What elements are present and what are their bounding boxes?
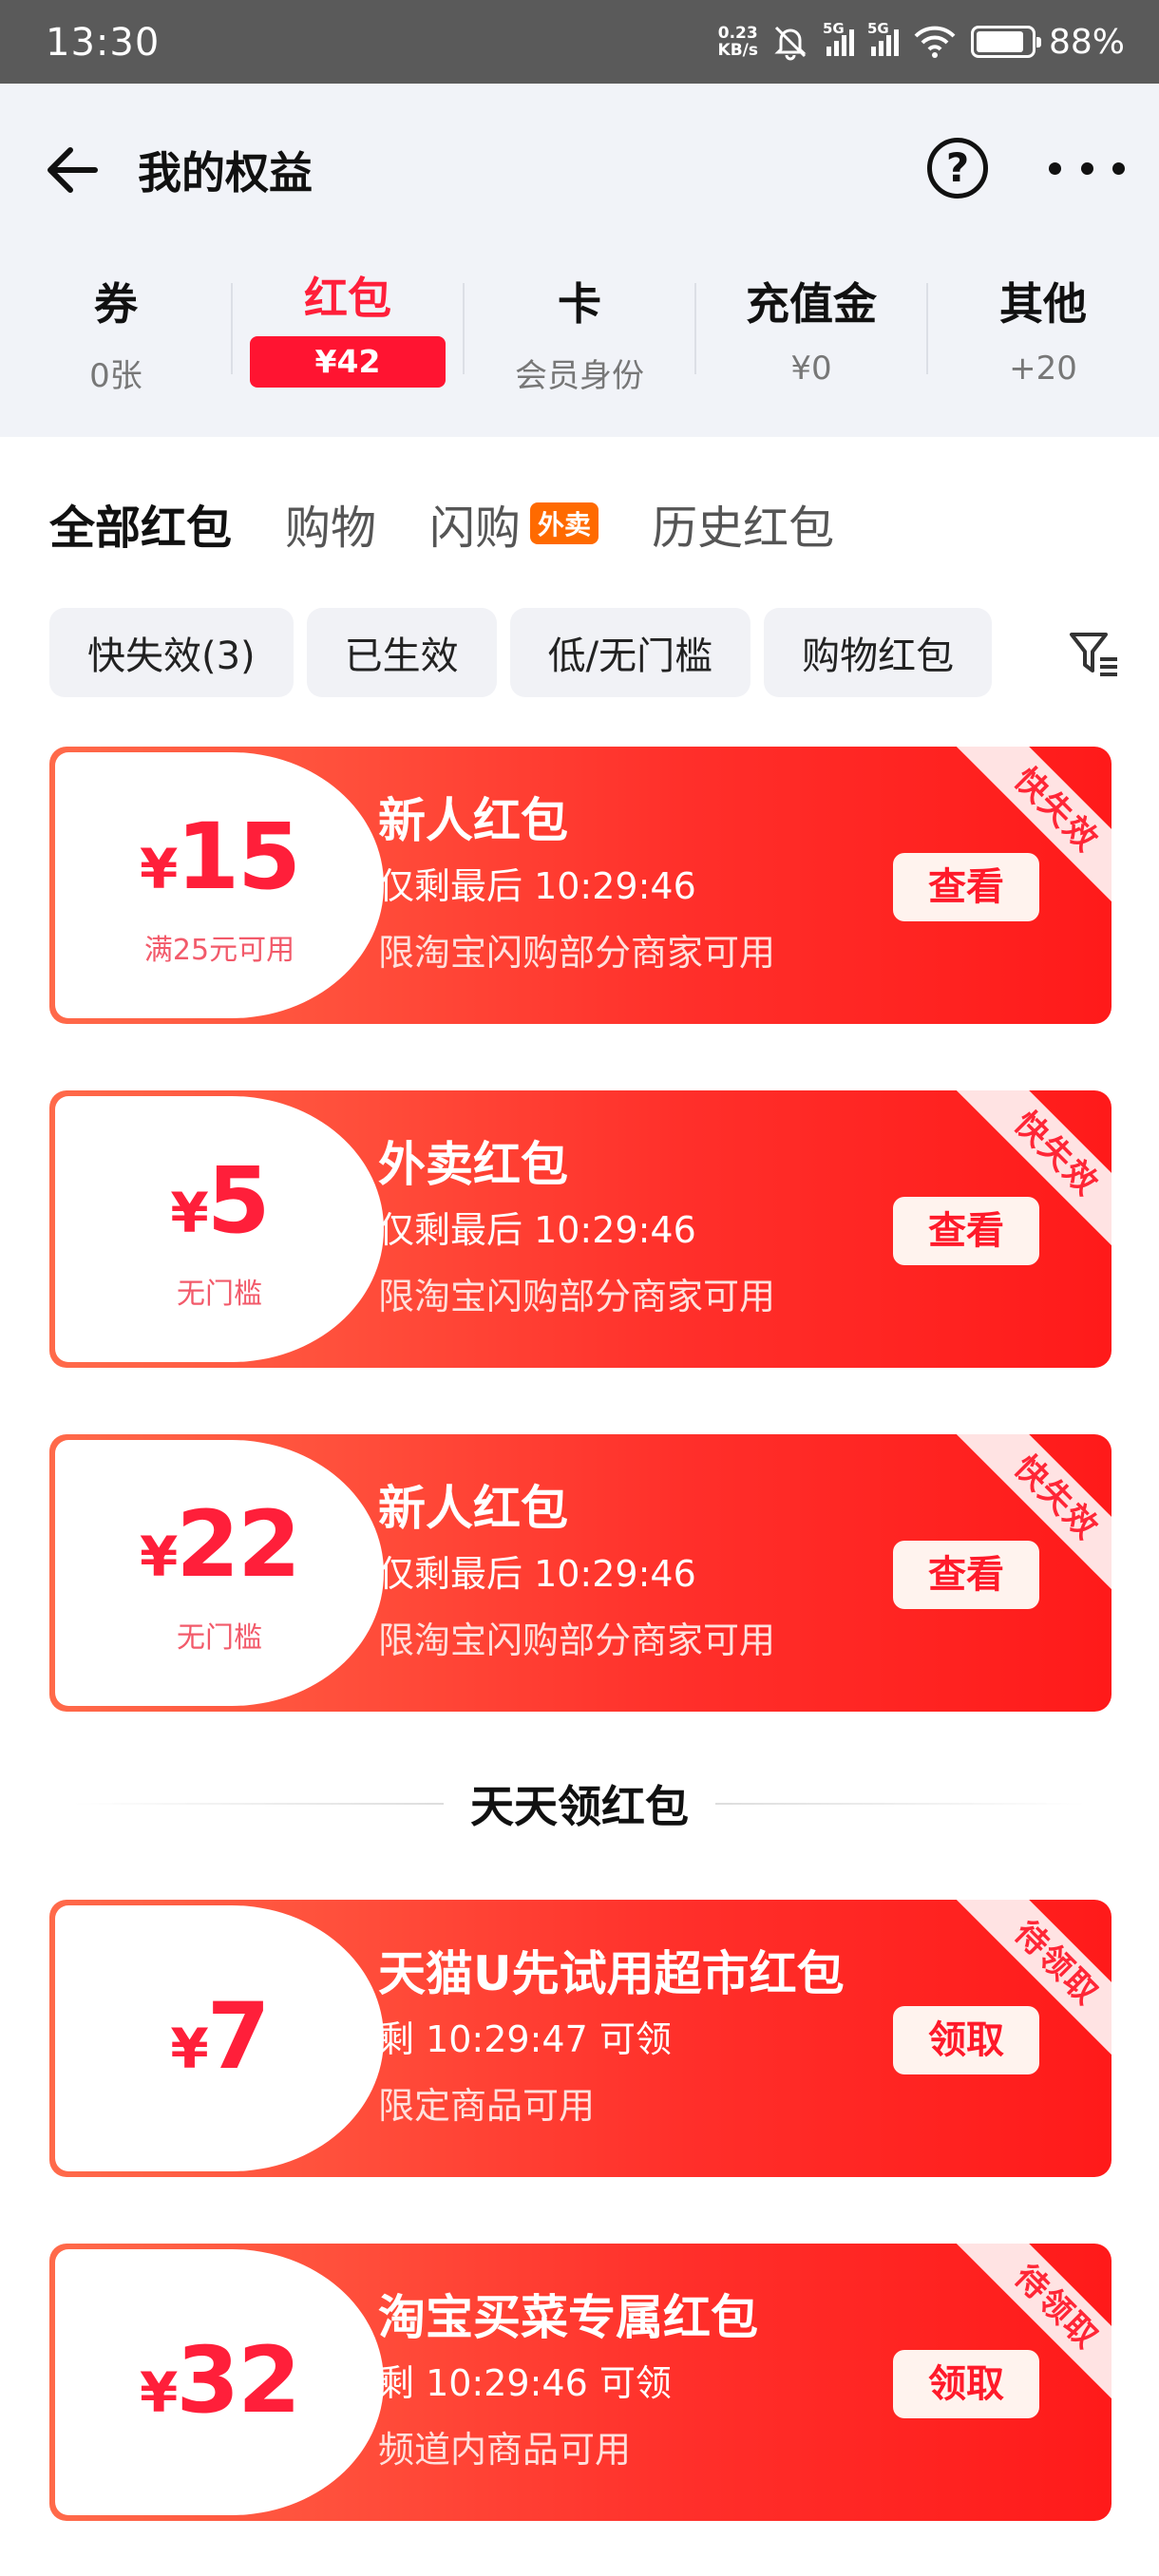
category-red-packet[interactable]: 红包 ¥42 [232, 251, 464, 393]
filter-expiring[interactable]: 快失效(3) [49, 608, 294, 697]
card-countdown: 仅剩最后 10:29:46 [378, 1553, 696, 1595]
tab-shopping[interactable]: 购物 [285, 490, 376, 557]
card-rule: 限淘宝闪购部分商家可用 [378, 1619, 776, 1661]
card-amount-area: ¥7 [55, 1905, 384, 2171]
card-rule: 频道内商品可用 [378, 2429, 632, 2471]
category-other[interactable]: 其他 +20 [927, 251, 1159, 393]
status-bar: 13:30 0.23 KB/s 5G 5G 88% [0, 0, 1159, 84]
card-condition: 无门槛 [177, 1621, 262, 1655]
card-condition: 无门槛 [177, 1278, 262, 1311]
nav-bar: 我的权益 ? [0, 84, 1159, 251]
page-title: 我的权益 [138, 147, 313, 199]
tab-history[interactable]: 历史红包 [652, 490, 834, 557]
card-name: 外卖红包 [378, 1137, 568, 1192]
card-countdown: 剩 10:29:47 可领 [378, 2018, 672, 2060]
net-speed: 0.23 KB/s [717, 24, 758, 60]
takeout-badge: 外卖 [530, 502, 599, 544]
category-coupon[interactable]: 券 0张 [0, 251, 232, 395]
card-info: 新人红包 仅剩最后 10:29:46 限淘宝闪购部分商家可用 [378, 1480, 775, 1664]
card-countdown: 仅剩最后 10:29:46 [378, 1209, 696, 1251]
status-icons: 0.23 KB/s 5G 5G 88% [718, 17, 1125, 66]
daily-red-packet-card[interactable]: ¥7 天猫U先试用超市红包 剩 10:29:47 可领 限定商品可用 领取 待领… [49, 1900, 1112, 2177]
card-name: 新人红包 [378, 1481, 568, 1536]
status-time: 13:30 [46, 21, 161, 65]
card-info: 外卖红包 仅剩最后 10:29:46 限淘宝闪购部分商家可用 [378, 1136, 775, 1320]
more-icon[interactable] [1049, 142, 1125, 194]
card-amount-area: ¥5 无门槛 [55, 1096, 384, 1362]
red-packet-card[interactable]: ¥5 无门槛 外卖红包 仅剩最后 10:29:46 限淘宝闪购部分商家可用 查看… [49, 1090, 1112, 1368]
section-title: 天天领红包 [0, 1771, 1159, 1837]
card-amount: ¥22 [140, 1491, 301, 1598]
battery-percent: 88% [1048, 22, 1125, 62]
view-button[interactable]: 查看 [893, 1197, 1039, 1265]
card-amount: ¥7 [170, 1983, 270, 2090]
header: 我的权益 ? 券 0张 红包 ¥42 卡 会员身份 充值金 ¥0 其他 +20 [0, 84, 1159, 437]
card-amount: ¥32 [140, 2327, 301, 2434]
card-amount-area: ¥15 满25元可用 [55, 752, 384, 1018]
card-rule: 限定商品可用 [378, 2085, 596, 2127]
tab-flash[interactable]: 闪购 外卖 [429, 490, 599, 557]
battery-icon [970, 26, 1041, 58]
category-recharge[interactable]: 充值金 ¥0 [695, 251, 927, 393]
card-amount: ¥5 [170, 1147, 270, 1254]
card-amount-area: ¥22 无门槛 [55, 1440, 384, 1706]
packet-tabs: 全部红包 购物 闪购 外卖 历史红包 [49, 490, 887, 557]
help-icon[interactable]: ? [927, 138, 988, 199]
filter-shopping[interactable]: 购物红包 [764, 608, 993, 697]
card-condition: 满25元可用 [143, 934, 295, 967]
red-packet-total-badge: ¥42 [250, 336, 446, 388]
claim-button[interactable]: 领取 [893, 2006, 1039, 2074]
filter-chips: 快失效(3) 已生效 低/无门槛 购物红包 [49, 608, 993, 697]
card-countdown: 仅剩最后 10:29:46 [378, 865, 696, 907]
card-info: 淘宝买菜专属红包 剩 10:29:46 可领 频道内商品可用 [378, 2289, 758, 2473]
card-amount-area: ¥32 [55, 2249, 384, 2515]
signal-icon: 5G [867, 20, 899, 56]
card-countdown: 剩 10:29:46 可领 [378, 2362, 672, 2404]
red-packet-card[interactable]: ¥15 满25元可用 新人红包 仅剩最后 10:29:46 限淘宝闪购部分商家可… [49, 747, 1112, 1024]
card-rule: 限淘宝闪购部分商家可用 [378, 932, 776, 974]
signal-icon: 5G [823, 20, 854, 56]
card-rule: 限淘宝闪购部分商家可用 [378, 1276, 776, 1317]
card-info: 天猫U先试用超市红包 剩 10:29:47 可领 限定商品可用 [378, 1945, 845, 2130]
view-button[interactable]: 查看 [893, 1541, 1039, 1609]
card-name: 天猫U先试用超市红包 [378, 1946, 845, 2001]
wifi-icon [914, 26, 956, 58]
card-name: 淘宝买菜专属红包 [378, 2290, 758, 2345]
divider [715, 1803, 1086, 1805]
card-name: 新人红包 [378, 793, 568, 848]
tab-all[interactable]: 全部红包 [49, 490, 232, 557]
filter-low-threshold[interactable]: 低/无门槛 [509, 608, 751, 697]
category-card[interactable]: 卡 会员身份 [464, 251, 695, 395]
card-info: 新人红包 仅剩最后 10:29:46 限淘宝闪购部分商家可用 [378, 792, 775, 976]
view-button[interactable]: 查看 [893, 853, 1039, 921]
filter-icon[interactable] [1068, 627, 1121, 680]
divider [73, 1803, 444, 1805]
claim-button[interactable]: 领取 [893, 2350, 1039, 2418]
daily-red-packet-card[interactable]: ¥32 淘宝买菜专属红包 剩 10:29:46 可领 频道内商品可用 领取 待领… [49, 2244, 1112, 2521]
back-arrow-icon[interactable] [38, 137, 104, 203]
benefit-categories: 券 0张 红包 ¥42 卡 会员身份 充值金 ¥0 其他 +20 [0, 251, 1159, 395]
filter-active[interactable]: 已生效 [306, 608, 497, 697]
bell-off-icon [774, 26, 807, 61]
red-packet-card[interactable]: ¥22 无门槛 新人红包 仅剩最后 10:29:46 限淘宝闪购部分商家可用 查… [49, 1434, 1112, 1712]
card-amount: ¥15 [140, 804, 301, 910]
